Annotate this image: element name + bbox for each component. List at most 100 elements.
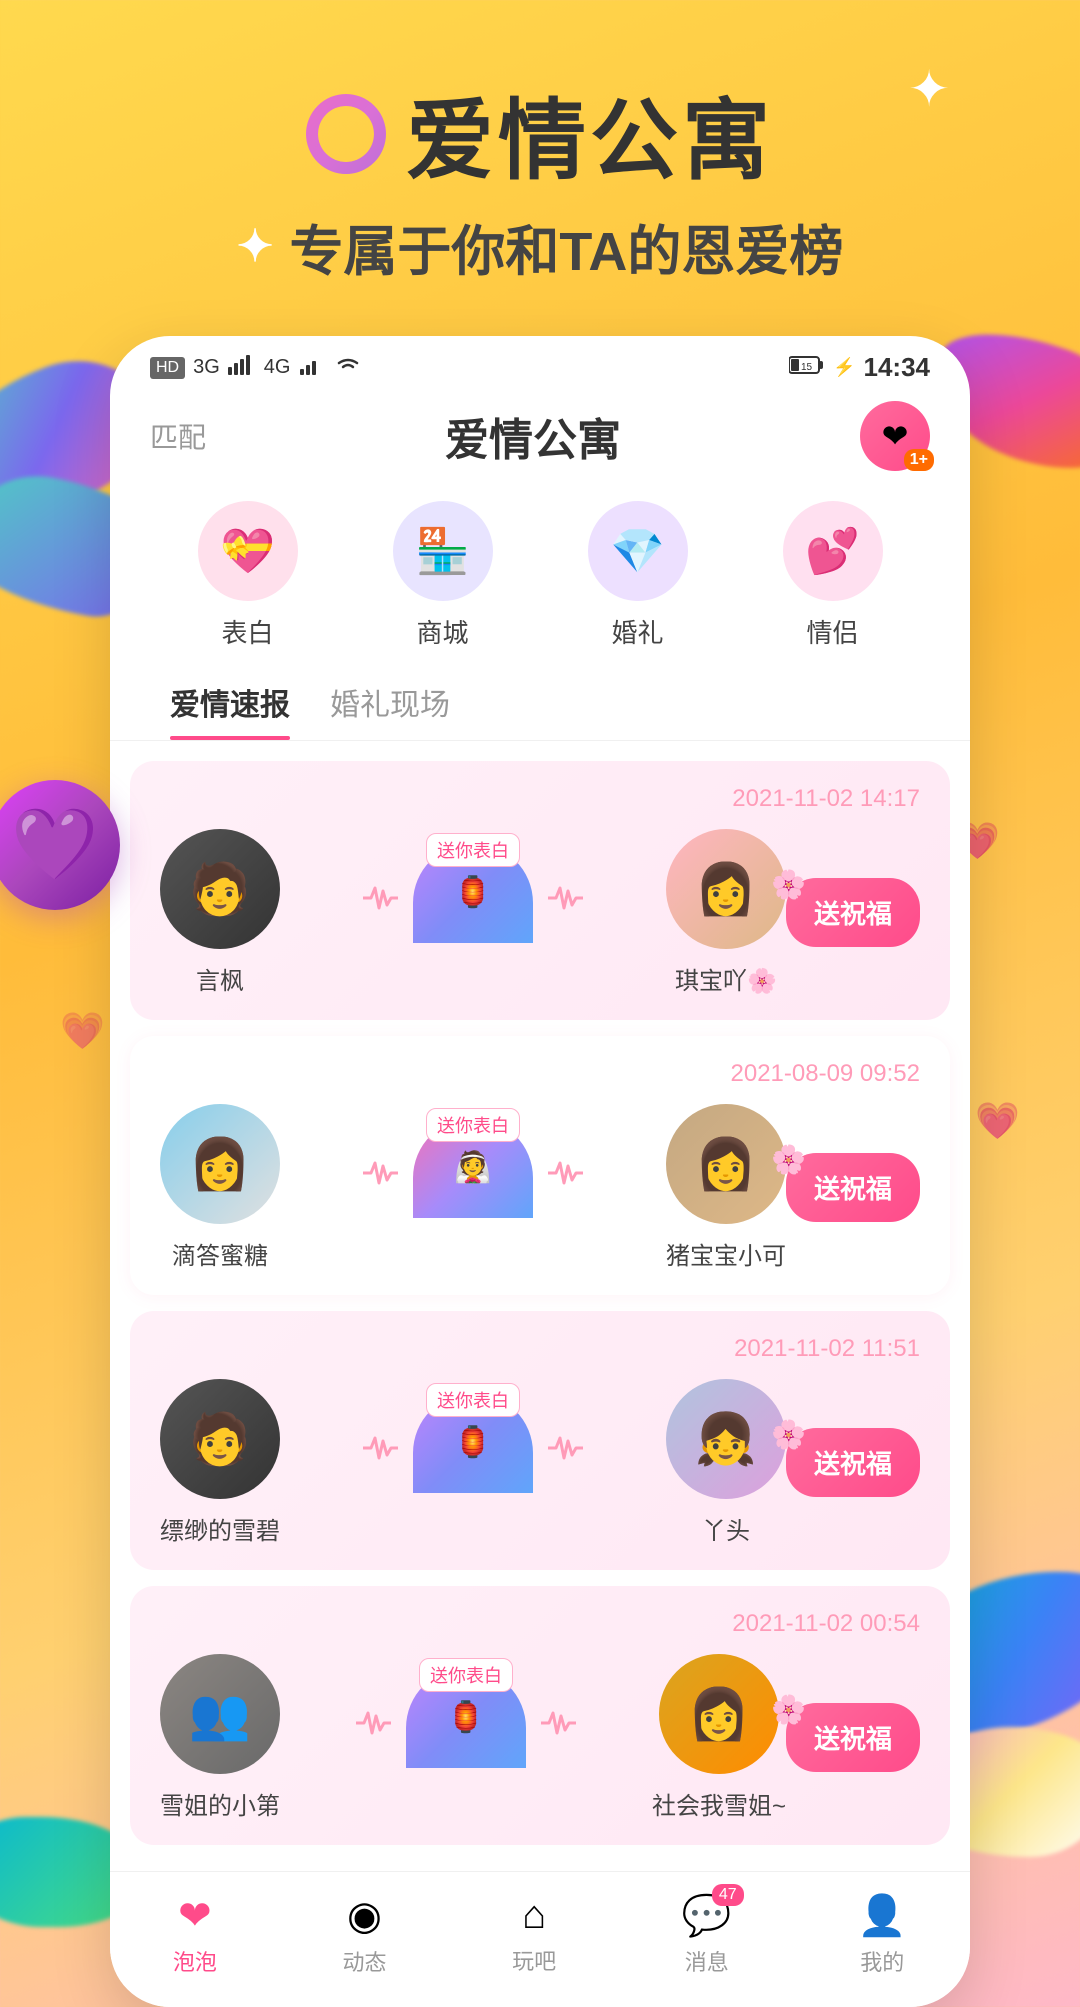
network-4g: 4G: [264, 356, 291, 379]
app-header: 匹配 爱情公寓 ❤ 1+: [110, 391, 970, 491]
card-2-blessing-button[interactable]: 🌸 送祝福: [786, 1153, 920, 1222]
card-2-avatar2: 👩: [666, 1104, 786, 1224]
main-title-row: 爱情公寓: [60, 70, 1020, 197]
confession-icon-circle: 💝: [198, 501, 298, 601]
heartbeat-left-2: [363, 1158, 398, 1188]
card-3-name2: 丫头: [702, 1511, 750, 1546]
card-4-content: 👥 雪姐的小第 送你表白 🏮: [160, 1654, 920, 1821]
card-4-blessing-button[interactable]: 🌸 送祝福: [786, 1703, 920, 1772]
app-subtitle: 专属于你和TA的恩爱榜: [289, 207, 843, 286]
card-4-wedding-scene: 送你表白 🏮: [386, 1668, 546, 1808]
card-2-person2[interactable]: 👩 猪宝宝小可: [666, 1104, 786, 1271]
card-2-wedding-scene: 送你表白 👰: [393, 1118, 553, 1258]
card-4-time: 2021-11-02 00:54: [160, 1610, 920, 1638]
card-2-content: 👩 滴答蜜糖 送你表白 👰: [160, 1104, 920, 1271]
heart-badge-icon: ❤: [882, 417, 909, 455]
card-3-blessing-button[interactable]: 🌸 送祝福: [786, 1428, 920, 1497]
heartbeat-right-3: [548, 1433, 583, 1463]
card-3-avatar1: 🧑: [160, 1379, 280, 1499]
couple-card-1: 2021-11-02 14:17 🧑 言枫 送你表白 🏮: [130, 761, 950, 1020]
battery-icon: 15: [789, 355, 825, 381]
card-3-person1[interactable]: 🧑 缥缈的雪碧: [160, 1379, 280, 1546]
card-2-tag: 送你表白: [426, 1108, 520, 1142]
card-3-tag: 送你表白: [426, 1383, 520, 1417]
card-3-center: 送你表白 🏮: [280, 1393, 666, 1533]
couple-label: 情侣: [806, 613, 858, 650]
nav-message-badge: 47: [712, 1884, 744, 1906]
app-title: 爱情公寓: [445, 404, 621, 468]
sparkle-icon-left: ✦: [237, 221, 274, 272]
card-2-name2: 猪宝宝小可: [666, 1236, 786, 1271]
quick-icons-row: 💝 表白 🏪 商城 💎 婚礼 💕 情侣: [110, 491, 970, 670]
heartbeat-left-4: [356, 1708, 391, 1738]
nav-profile-icon: 👤: [857, 1892, 907, 1939]
nav-profile[interactable]: 👤 我的: [857, 1892, 907, 1977]
quick-icon-confession[interactable]: 💝 表白: [198, 501, 298, 650]
card-4-person1[interactable]: 👥 雪姐的小第: [160, 1654, 280, 1821]
card-1-avatar2: 👩: [666, 829, 786, 949]
card-2-time: 2021-08-09 09:52: [160, 1060, 920, 1088]
card-1-wedding-scene: 送你表白 🏮: [393, 843, 553, 983]
nav-play[interactable]: ⌂ 玩吧: [512, 1893, 556, 1976]
nav-bubble-icon: ❤: [178, 1893, 212, 1939]
card-3-name1: 缥缈的雪碧: [160, 1511, 280, 1546]
hd-badge: HD: [150, 357, 185, 379]
card-1-person1[interactable]: 🧑 言枫: [160, 829, 280, 996]
card-1-name1: 言枫: [196, 961, 244, 996]
heartbeat-right-4: [541, 1708, 576, 1738]
couple-emoji: 💕: [805, 525, 860, 577]
tabs-row: 爱情速报 婚礼现场: [110, 670, 970, 741]
deco-heart-3: 💗: [60, 1010, 105, 1052]
nav-feed-label: 动态: [343, 1945, 387, 1977]
quick-icon-couple[interactable]: 💕 情侣: [783, 501, 883, 650]
card-1-person2[interactable]: 👩 琪宝吖🌸: [666, 829, 786, 996]
card-1-name2: 琪宝吖🌸: [675, 961, 777, 996]
confession-label: 表白: [221, 613, 273, 650]
card-4-tag: 送你表白: [419, 1658, 513, 1692]
wedding-label: 婚礼: [611, 613, 663, 650]
nav-play-icon: ⌂: [522, 1893, 546, 1938]
signal-bars-wifi: [298, 355, 326, 381]
tab-wedding-scene[interactable]: 婚礼现场: [310, 670, 470, 740]
wifi-icon: [334, 355, 362, 381]
heart-badge[interactable]: ❤ 1+: [860, 401, 930, 471]
card-4-center: 送你表白 🏮: [280, 1668, 652, 1808]
card-4-flower-icon: 🌸: [771, 1693, 806, 1726]
quick-icon-shop[interactable]: 🏪 商城: [393, 501, 493, 650]
card-2-center: 送你表白 👰: [280, 1118, 666, 1258]
couple-card-2: 2021-08-09 09:52 👩 滴答蜜糖 送你表白 👰: [130, 1036, 950, 1295]
quick-icon-wedding[interactable]: 💎 婚礼: [588, 501, 688, 650]
heartbeat-left-1: [363, 883, 398, 913]
svg-text:15: 15: [801, 362, 813, 373]
card-3-person2[interactable]: 👧 丫头: [666, 1379, 786, 1546]
shop-icon-circle: 🏪: [393, 501, 493, 601]
couple-card-3: 2021-11-02 11:51 🧑 缥缈的雪碧 送你表白 🏮: [130, 1311, 950, 1570]
ring-icon-wrap: [306, 94, 386, 174]
card-3-arch: 送你表白 🏮: [413, 1393, 533, 1493]
card-4-arch: 送你表白 🏮: [406, 1668, 526, 1768]
hero-header: 爱情公寓 ✦ 专属于你和TA的恩爱榜 ✦: [0, 0, 1080, 316]
card-1-arch: 送你表白 🏮: [413, 843, 533, 943]
nav-feed[interactable]: ◉ 动态: [343, 1893, 387, 1977]
couple-icon-circle: 💕: [783, 501, 883, 601]
card-1-center: 送你表白 🏮: [280, 843, 666, 983]
card-1-blessing-button[interactable]: 🌸 送祝福: [786, 878, 920, 947]
nav-play-label: 玩吧: [512, 1944, 556, 1976]
couple-card-4: 2021-11-02 00:54 👥 雪姐的小第 送你表白 🏮: [130, 1586, 950, 1845]
card-4-name1: 雪姐的小第: [160, 1786, 280, 1821]
card-2-arch: 送你表白 👰: [413, 1118, 533, 1218]
card-4-person2[interactable]: 👩 社会我雪姐~: [652, 1654, 786, 1821]
heartbeat-right-1: [548, 883, 583, 913]
heart-badge-num: 1+: [904, 449, 934, 471]
sub-title-row: ✦ 专属于你和TA的恩爱榜: [60, 207, 1020, 286]
card-2-person1[interactable]: 👩 滴答蜜糖: [160, 1104, 280, 1271]
phone-frame: HD 3G 4G: [110, 336, 970, 2007]
nav-bubble[interactable]: ❤ 泡泡: [173, 1893, 217, 1977]
wedding-emoji: 💎: [610, 525, 665, 577]
confession-emoji: 💝: [220, 525, 275, 577]
card-4-avatar2: 👩: [659, 1654, 779, 1774]
bottom-nav: ❤ 泡泡 ◉ 动态 ⌂ 玩吧 💬 47 消息 👤 我的: [110, 1871, 970, 2007]
nav-message[interactable]: 💬 47 消息: [682, 1892, 732, 1977]
tab-love-news[interactable]: 爱情速报: [150, 670, 310, 740]
card-1-flower-icon: 🌸: [771, 868, 806, 901]
